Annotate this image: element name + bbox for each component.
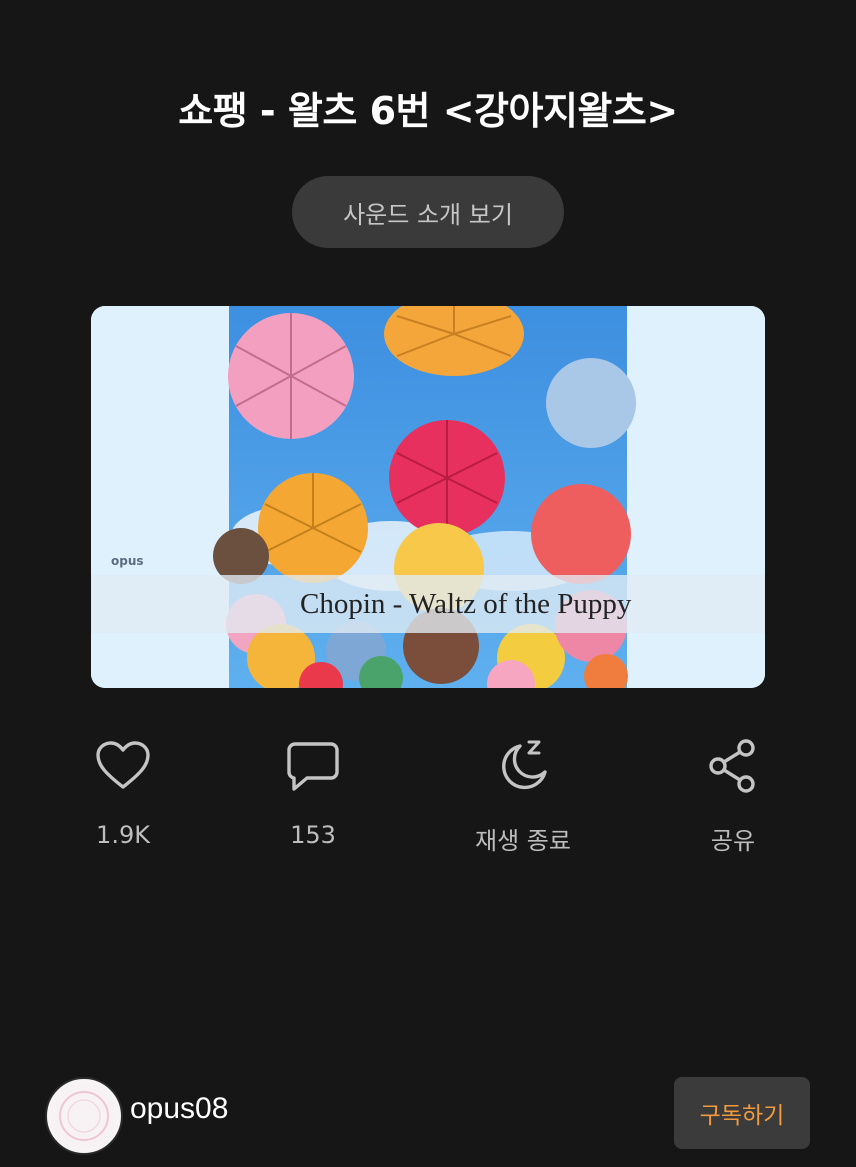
sleep-timer-icon[interactable]: [443, 735, 603, 797]
heart-icon[interactable]: [43, 735, 203, 797]
sound-intro-button[interactable]: 사운드 소개 보기: [292, 176, 564, 248]
subscribe-button[interactable]: 구독하기: [674, 1077, 810, 1149]
avatar-logo-icon: [50, 1082, 118, 1150]
umbrella-artwork: opus Chopin - Waltz of the Puppy: [91, 306, 765, 688]
action-bar: 1.9K 153 재생 종료 공유: [0, 735, 856, 865]
comment-action[interactable]: 153: [233, 735, 393, 849]
comment-count: 153: [290, 821, 336, 849]
page-title: 쇼팽 - 왈츠 6번 <강아지왈츠>: [178, 89, 678, 133]
thumbnail-image[interactable]: opus Chopin - Waltz of the Puppy: [91, 306, 765, 688]
like-count: 1.9K: [96, 821, 150, 849]
share-action[interactable]: 공유: [653, 735, 813, 856]
like-action[interactable]: 1.9K: [43, 735, 203, 849]
channel-name[interactable]: opus08: [130, 1092, 228, 1126]
comment-icon[interactable]: [233, 735, 393, 797]
sleep-timer-label: 재생 종료: [475, 827, 571, 855]
thumbnail-caption: Chopin - Waltz of the Puppy: [300, 588, 632, 620]
watermark-text: opus: [111, 554, 144, 568]
share-label: 공유: [710, 827, 756, 855]
share-icon[interactable]: [653, 735, 813, 797]
sleep-timer-action[interactable]: 재생 종료: [443, 735, 603, 856]
avatar[interactable]: [45, 1077, 123, 1155]
